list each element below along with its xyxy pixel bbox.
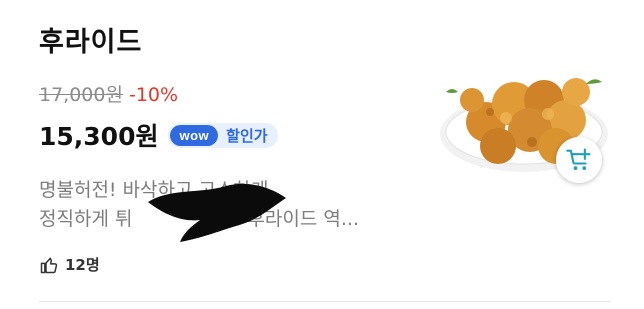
likes[interactable]: 12명 xyxy=(39,254,100,275)
redaction-scribble xyxy=(148,183,286,242)
add-to-cart-icon xyxy=(566,148,591,171)
menu-item-card[interactable]: 후라이드 17,000원 -10% 15,300원 wow 할인가 명불허전! … xyxy=(0,0,644,309)
sale-price: 15,300원 xyxy=(39,122,159,151)
wow-badge: wow xyxy=(170,124,219,146)
price-row: 15,300원 wow 할인가 xyxy=(39,117,278,153)
discount-rate: -10% xyxy=(128,84,179,106)
divider xyxy=(39,301,611,302)
thumbs-up-icon xyxy=(40,257,58,273)
add-to-cart-button[interactable] xyxy=(556,137,602,183)
discount-price-label: 할인가 xyxy=(226,126,268,145)
original-price-row: 17,000원 -10% xyxy=(39,80,178,107)
wow-discount-badge: wow 할인가 xyxy=(168,122,278,148)
product-name: 후라이드 xyxy=(39,27,143,58)
likes-count: 12명 xyxy=(65,256,100,274)
original-price: 17,000원 xyxy=(39,84,123,106)
